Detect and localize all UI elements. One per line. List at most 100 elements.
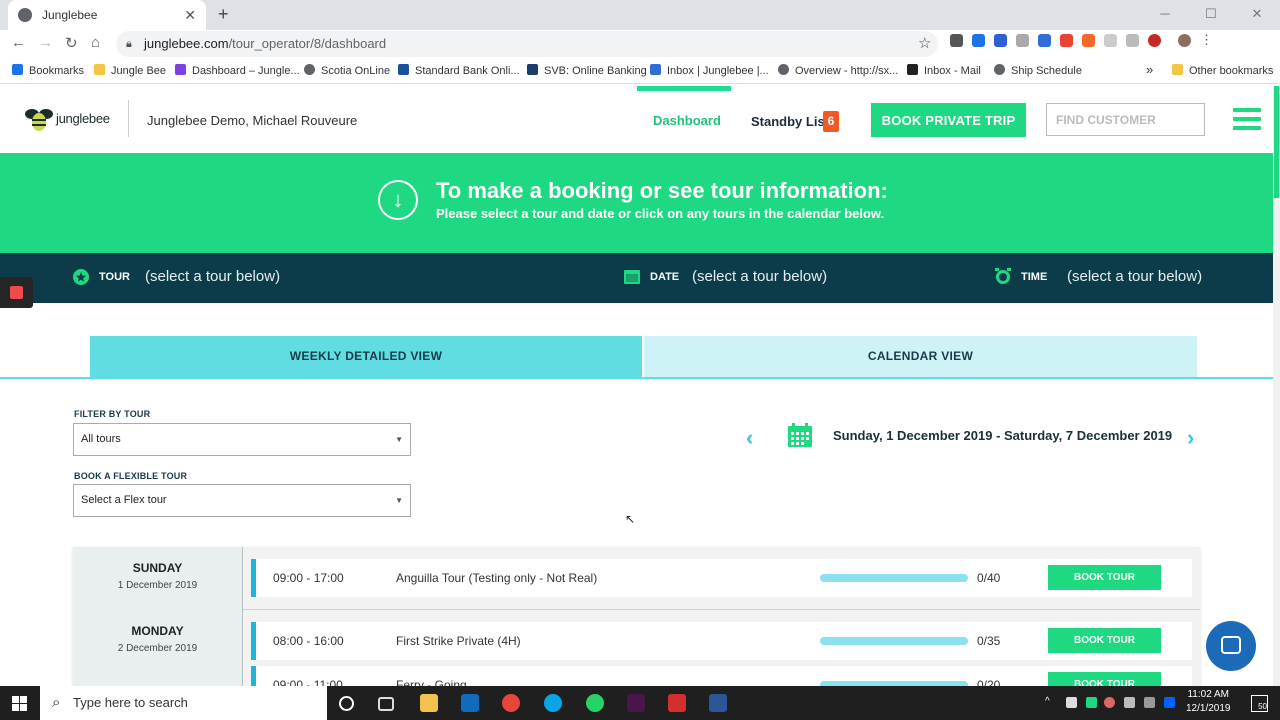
chrome-icon[interactable] [502, 694, 520, 712]
profile-avatar[interactable] [1178, 34, 1191, 47]
day-row: SUNDAY 1 December 2019 09:00 - 17:00 Ang… [73, 547, 1200, 610]
bookmark-item[interactable]: Dashboard – Jungle... [175, 64, 300, 77]
extension-icon[interactable] [1016, 34, 1029, 47]
notifications-icon[interactable]: 50 [1251, 695, 1268, 712]
filter-by-tour-select[interactable]: All tours ▼ [73, 423, 411, 456]
clock-time: 11:02 AM [1187, 689, 1229, 700]
more-bookmarks-icon[interactable]: » [1146, 62, 1153, 77]
bookmark-item[interactable]: Scotia OnLine [304, 64, 390, 77]
url-path: /tour_operator/8/dashboard [228, 36, 387, 51]
tray-expand-icon[interactable]: ^ [1045, 697, 1056, 708]
extension-icon[interactable] [1082, 34, 1095, 47]
previous-week-chevron-icon[interactable]: ‹ [746, 425, 753, 451]
bookmark-label: Scotia OnLine [321, 65, 391, 77]
tour-slot[interactable]: 08:00 - 16:00 First Strike Private (4H) … [251, 622, 1192, 660]
tray-app-icon[interactable] [1104, 697, 1115, 708]
browser-menu-icon[interactable]: ⋮ [1200, 33, 1213, 47]
next-week-chevron-icon[interactable]: › [1187, 425, 1194, 451]
extension-icon[interactable] [1148, 34, 1161, 47]
extension-icon[interactable] [994, 34, 1007, 47]
stop-icon [10, 286, 23, 299]
bookmark-item[interactable]: SVB: Online Banking [527, 64, 647, 77]
file-explorer-icon[interactable] [420, 694, 438, 712]
arrow-down-circle-icon: ↓ [378, 180, 418, 220]
address-bar[interactable]: 🔒︎ junglebee.com/tour_operator/8/dashboa… [116, 31, 938, 57]
book-tour-button[interactable]: BOOK TOUR [1048, 628, 1161, 653]
scrollbar-thumb[interactable] [1274, 86, 1279, 198]
extension-icon[interactable] [972, 34, 985, 47]
bookmark-star-icon[interactable]: ☆ [918, 34, 931, 52]
record-stop-button[interactable] [0, 277, 33, 308]
bookmark-item[interactable]: Ship Schedule [994, 64, 1082, 77]
bookmark-item[interactable]: Bookmarks [12, 64, 84, 77]
network-icon[interactable] [1124, 697, 1135, 708]
bee-logo-icon[interactable] [24, 105, 54, 133]
extension-icon[interactable] [1104, 34, 1117, 47]
microphone-icon[interactable] [1066, 697, 1077, 708]
tour-slot[interactable]: 09:00 - 11:00 Ferry - Going 0/20 BOOK TO… [251, 666, 1192, 686]
url-domain: junglebee.com [144, 36, 229, 51]
book-tour-button[interactable]: BOOK TOUR [1048, 565, 1161, 590]
bookmark-item[interactable]: Inbox - Mail [907, 64, 981, 77]
close-tab-icon[interactable]: ✕ [184, 7, 196, 24]
browser-tab[interactable]: Junglebee ✕ [8, 0, 206, 30]
tour-slot[interactable]: 09:00 - 17:00 Anguilla Tour (Testing onl… [251, 559, 1192, 597]
maximize-icon[interactable]: ☐ [1188, 0, 1234, 30]
home-icon[interactable]: ⌂ [91, 34, 100, 51]
acrobat-icon[interactable] [668, 694, 686, 712]
back-icon[interactable]: ← [11, 34, 26, 51]
book-private-trip-button[interactable]: BOOK PRIVATE TRIP [871, 103, 1026, 137]
cortana-icon[interactable] [339, 696, 354, 711]
nav-dashboard[interactable]: Dashboard [653, 113, 721, 128]
caret-down-icon: ▼ [395, 496, 403, 505]
lock-icon: 🔒︎ [126, 38, 132, 50]
forward-icon[interactable]: → [38, 34, 53, 51]
time-label: TIME [1021, 271, 1048, 283]
slot-time: 09:00 - 11:00 [273, 678, 343, 686]
bookmark-label: Other bookmarks [1189, 65, 1274, 77]
task-view-icon[interactable] [378, 697, 394, 711]
bookmark-item[interactable]: Overview - http://sx... [778, 64, 898, 77]
bookmark-item[interactable]: Standard Bank Onli... [398, 64, 520, 77]
tab-weekly-detailed-view[interactable]: WEEKLY DETAILED VIEW [90, 336, 642, 378]
bookmark-item[interactable]: Jungle Bee [94, 64, 166, 77]
find-customer-input[interactable] [1046, 103, 1205, 136]
flex-selected-value: Select a Flex tour [81, 494, 167, 506]
tab-calendar-view[interactable]: CALENDAR VIEW [644, 336, 1197, 378]
book-tour-button[interactable]: BOOK TOUR [1048, 672, 1161, 686]
dropbox-icon[interactable] [1164, 697, 1175, 708]
extension-icon[interactable] [950, 34, 963, 47]
extension-icon[interactable] [1060, 34, 1073, 47]
volume-icon[interactable] [1144, 697, 1155, 708]
taskbar-search-box[interactable]: ⌕ Type here to search [40, 686, 327, 720]
bookmarks-bar: Bookmarks Jungle Bee Dashboard – Jungle.… [0, 58, 1280, 84]
nav-standby-list[interactable]: Standby List [751, 114, 829, 129]
slack-icon[interactable] [627, 694, 645, 712]
extension-icon[interactable] [1038, 34, 1051, 47]
hamburger-menu-icon[interactable] [1233, 108, 1261, 132]
site-icon [527, 64, 538, 75]
taskbar-clock[interactable]: 11:02 AM 12/1/2019 [1186, 688, 1231, 716]
chat-launcher-button[interactable] [1206, 621, 1256, 671]
bookmark-label: Inbox | Junglebee |... [667, 65, 769, 77]
windows-start-icon[interactable] [12, 696, 27, 711]
mouse-cursor-icon: ↖ [625, 512, 636, 526]
flexible-tour-label: BOOK A FLEXIBLE TOUR [74, 471, 188, 481]
calendar-icon[interactable] [787, 423, 813, 448]
new-tab-icon[interactable]: + [218, 4, 229, 25]
word-icon[interactable] [709, 694, 727, 712]
close-window-icon[interactable]: ✕ [1234, 0, 1280, 30]
globe-icon [994, 64, 1005, 75]
tray-app-icon[interactable] [1086, 697, 1097, 708]
skype-icon[interactable] [544, 694, 562, 712]
whatsapp-icon[interactable] [586, 694, 604, 712]
flexible-tour-select[interactable]: Select a Flex tour ▼ [73, 484, 411, 517]
page-scrollbar[interactable] [1273, 86, 1280, 686]
extension-icon[interactable] [1126, 34, 1139, 47]
minimize-icon[interactable]: ─ [1142, 0, 1188, 30]
reload-icon[interactable]: ↻ [65, 34, 78, 52]
bookmark-item[interactable]: Inbox | Junglebee |... [650, 64, 769, 77]
outlook-icon[interactable] [461, 694, 479, 712]
other-bookmarks[interactable]: Other bookmarks [1172, 64, 1273, 77]
active-nav-indicator [637, 86, 731, 91]
